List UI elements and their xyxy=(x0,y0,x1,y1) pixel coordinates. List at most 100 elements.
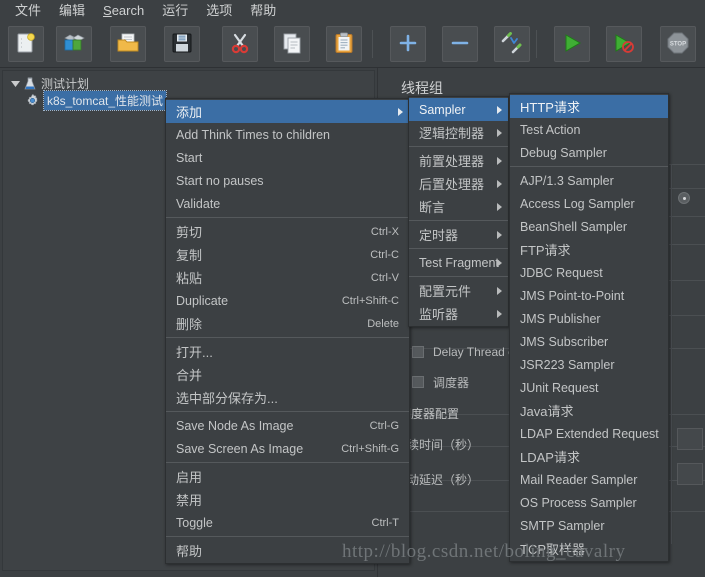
chevron-right-icon xyxy=(497,202,502,211)
sampler-item-ldap-request[interactable]: LDAP请求 xyxy=(510,445,668,468)
menu-item-duplicate[interactable]: Duplicate Ctrl+Shift-C xyxy=(166,289,409,312)
submenu-item-assertion[interactable]: 断言 xyxy=(409,195,508,218)
sampler-item-tcp-sampler-label: TCP取样器 xyxy=(520,542,586,557)
sampler-item-mail-reader-sampler[interactable]: Mail Reader Sampler xyxy=(510,468,668,491)
menu-item-enable[interactable]: 启用 xyxy=(166,465,409,488)
input-startup-delay-seconds[interactable] xyxy=(677,463,703,485)
input-duration-seconds[interactable] xyxy=(677,428,703,450)
menu-item-cut[interactable]: 剪切 Ctrl-X xyxy=(166,220,409,243)
menu-item-help[interactable]: 帮助 xyxy=(166,539,409,562)
toolbar-toggle[interactable] xyxy=(494,26,530,62)
toolbar-start-no-pauses[interactable] xyxy=(606,26,642,62)
sampler-item-jms-subscriber-label: JMS Subscriber xyxy=(520,334,609,349)
chevron-right-icon xyxy=(497,105,502,114)
menu-item-save-selection-as[interactable]: 选中部分保存为... xyxy=(166,386,409,409)
menu-item-disable[interactable]: 禁用 xyxy=(166,488,409,511)
panel-title: 线程组 xyxy=(401,80,443,96)
sampler-item-jdbc-request[interactable]: JDBC Request xyxy=(510,261,668,284)
sampler-item-jsr223-sampler-label: JSR223 Sampler xyxy=(520,357,615,372)
chevron-right-icon xyxy=(497,179,502,188)
toggle-icon xyxy=(500,31,524,57)
menu-item-save-node-as-image[interactable]: Save Node As Image Ctrl-G xyxy=(166,414,409,437)
menu-item-start-label: Start xyxy=(176,150,203,165)
sampler-item-jms-subscriber[interactable]: JMS Subscriber xyxy=(510,330,668,353)
toolbar-start[interactable] xyxy=(554,26,590,62)
sampler-item-java-request[interactable]: Java请求 xyxy=(510,399,668,422)
save-floppy-icon xyxy=(172,33,192,56)
menu-item-toggle[interactable]: Toggle Ctrl-T xyxy=(166,511,409,534)
chevron-right-icon xyxy=(497,230,502,239)
toolbar-stop[interactable]: STOP xyxy=(660,26,696,62)
cut-scissors-icon xyxy=(229,32,251,57)
toolbar-new[interactable] xyxy=(8,26,44,62)
menu-item-validate[interactable]: Validate xyxy=(166,192,409,215)
submenu-item-sampler[interactable]: Sampler xyxy=(409,98,508,121)
toolbar-templates[interactable] xyxy=(56,26,92,62)
toolbar: STOP xyxy=(0,20,705,68)
sampler-item-tcp-sampler[interactable]: TCP取样器 xyxy=(510,537,668,560)
chevron-down-icon[interactable] xyxy=(9,78,21,90)
sampler-item-jsr223-sampler[interactable]: JSR223 Sampler xyxy=(510,353,668,376)
toolbar-open[interactable] xyxy=(110,26,146,62)
submenu-item-config-element[interactable]: 配置元件 xyxy=(409,279,508,302)
sampler-item-beanshell-sampler[interactable]: BeanShell Sampler xyxy=(510,215,668,238)
sampler-item-access-log-sampler[interactable]: Access Log Sampler xyxy=(510,192,668,215)
toolbar-save[interactable] xyxy=(164,26,200,62)
menubar-options[interactable]: 选项 xyxy=(197,1,241,20)
sampler-item-ajp13-sampler[interactable]: AJP/1.3 Sampler xyxy=(510,169,668,192)
toolbar-cut[interactable] xyxy=(222,26,258,62)
menu-item-paste[interactable]: 粘贴 Ctrl-V xyxy=(166,266,409,289)
menu-item-merge-label: 合并 xyxy=(176,368,203,383)
checkbox-delay-thread-creation[interactable] xyxy=(412,346,424,358)
tree-row-test-plan[interactable]: 测试计划 xyxy=(3,75,374,92)
menubar-help[interactable]: 帮助 xyxy=(241,1,285,20)
menu-separator xyxy=(409,248,508,249)
menu-item-add-think-times[interactable]: Add Think Times to children xyxy=(166,123,409,146)
menu-item-copy[interactable]: 复制 Ctrl-C xyxy=(166,243,409,266)
menu-item-delete[interactable]: 删除 Delete xyxy=(166,312,409,335)
menu-item-start[interactable]: Start xyxy=(166,146,409,169)
submenu-item-logic-controller[interactable]: 逻辑控制器 xyxy=(409,121,508,144)
checkbox-scheduler[interactable] xyxy=(412,376,424,388)
sampler-item-access-log-sampler-label: Access Log Sampler xyxy=(520,196,635,211)
sampler-item-test-action[interactable]: Test Action xyxy=(510,118,668,141)
spinner-knob-icon[interactable] xyxy=(678,192,690,204)
sampler-item-jms-publisher[interactable]: JMS Publisher xyxy=(510,307,668,330)
submenu-item-pre-processor[interactable]: 前置处理器 xyxy=(409,149,508,172)
menubar-edit[interactable]: 编辑 xyxy=(50,1,94,20)
sampler-item-smtp-sampler[interactable]: SMTP Sampler xyxy=(510,514,668,537)
toolbar-collapse-all[interactable] xyxy=(442,26,478,62)
menu-item-start-no-pauses[interactable]: Start no pauses xyxy=(166,169,409,192)
toolbar-paste[interactable] xyxy=(326,26,362,62)
menubar-file[interactable]: 文件 xyxy=(6,1,50,20)
menu-item-validate-label: Validate xyxy=(176,196,221,211)
sampler-item-os-process-sampler[interactable]: OS Process Sampler xyxy=(510,491,668,514)
paste-clipboard-icon xyxy=(334,32,354,57)
toolbar-copy[interactable] xyxy=(274,26,310,62)
sampler-item-ldap-extended-request[interactable]: LDAP Extended Request xyxy=(510,422,668,445)
menu-item-open[interactable]: 打开... xyxy=(166,340,409,363)
add-submenu[interactable]: Sampler 逻辑控制器前置处理器 后置处理器 断言定时器 Test Fragment… xyxy=(408,96,509,327)
submenu-item-listener[interactable]: 监听器 xyxy=(409,302,508,325)
context-menu[interactable]: 添加 Add Think Times to children Start Start … xyxy=(165,98,410,564)
chevron-right-icon xyxy=(398,107,403,116)
menu-item-delete-label: 删除 xyxy=(176,317,203,332)
sampler-item-debug-sampler[interactable]: Debug Sampler xyxy=(510,141,668,164)
menu-item-merge[interactable]: 合并 xyxy=(166,363,409,386)
menubar-run[interactable]: 运行 xyxy=(153,1,197,20)
menu-item-save-screen-as-image[interactable]: Save Screen As Image Ctrl+Shift-G xyxy=(166,437,409,460)
submenu-item-post-processor[interactable]: 后置处理器 xyxy=(409,172,508,195)
chevron-right-icon xyxy=(497,156,502,165)
sampler-item-ftp-request[interactable]: FTP请求 xyxy=(510,238,668,261)
toolbar-expand-all[interactable] xyxy=(390,26,426,62)
sampler-item-junit-request[interactable]: JUnit Request xyxy=(510,376,668,399)
submenu-item-timer[interactable]: 定时器 xyxy=(409,223,508,246)
sampler-item-http-request[interactable]: HTTP请求 xyxy=(510,95,668,118)
thread-group-gear-icon xyxy=(25,93,40,108)
submenu-item-test-fragment[interactable]: Test Fragment xyxy=(409,251,508,274)
menu-item-add[interactable]: 添加 xyxy=(166,100,409,123)
menubar-search[interactable]: Search xyxy=(94,1,153,20)
toolbar-separator xyxy=(536,30,537,58)
sampler-submenu[interactable]: HTTP请求 Test Action Debug Sampler AJP/1.3 Sa… xyxy=(509,93,669,562)
sampler-item-jms-point-to-point[interactable]: JMS Point-to-Point xyxy=(510,284,668,307)
